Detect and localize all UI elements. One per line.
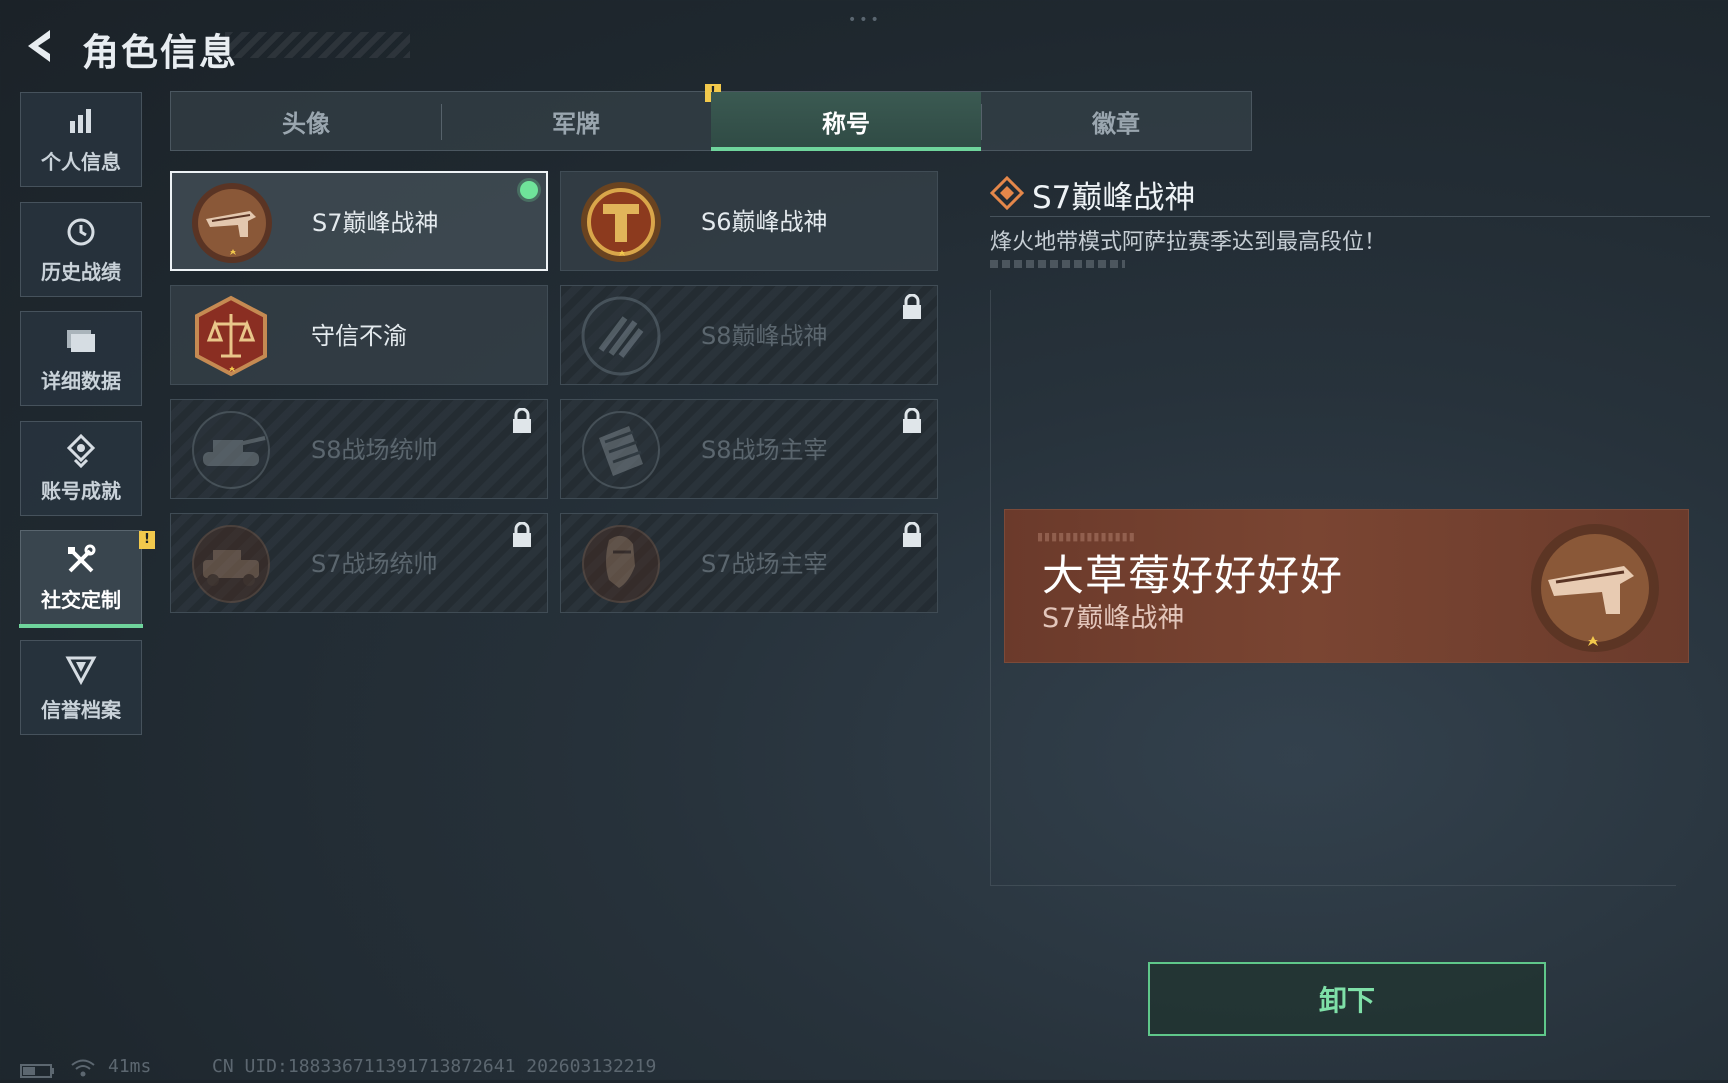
top-handle-dots: ••• [848, 12, 882, 28]
tab-title[interactable]: 称号 [711, 92, 981, 151]
equipped-indicator [520, 181, 538, 199]
sidebar-item-label: 历史战绩 [41, 260, 121, 284]
page-title: 角色信息 [82, 31, 238, 74]
clock-icon [63, 214, 99, 250]
nameplate-title: S7巅峰战神 [1042, 603, 1185, 634]
sidebar-item-social-custom[interactable]: 社交定制 ! [19, 530, 155, 628]
title-card-s8-battlefield-master[interactable]: S8战场主宰 [560, 399, 938, 499]
title-card-s8-battlefield-commander[interactable]: S8战场统帅 [170, 399, 548, 499]
detail-header: S7巅峰战神 [989, 172, 1710, 217]
warning-badge: ! [139, 531, 155, 549]
status-bar: 41ms CN UID:188336711391713872641 202603… [20, 1056, 920, 1080]
back-arrow-icon[interactable] [20, 26, 60, 66]
lock-icon [901, 407, 923, 434]
sidebar-item-label: 账号成就 [41, 479, 121, 503]
title-card-s8-peak-god[interactable]: S8巅峰战神 [560, 285, 938, 385]
stripes-emblem-icon [579, 294, 663, 378]
battery-icon [20, 1062, 54, 1078]
tab-dogtag[interactable]: 军牌 ! [441, 84, 721, 150]
sidebar-item-achievements[interactable]: 账号成就 [20, 421, 142, 516]
scales-emblem-icon [189, 294, 273, 378]
sidebar-item-reputation[interactable]: 信誉档案 [20, 640, 142, 735]
medal-icon [63, 433, 99, 469]
header-decoration [225, 32, 410, 58]
tools-icon [63, 542, 99, 578]
title-label: S8战场主宰 [701, 436, 828, 464]
vehicle-emblem-icon [189, 522, 273, 606]
title-label: 守信不渝 [311, 322, 407, 350]
sidebar-item-label: 信誉档案 [41, 698, 121, 722]
uid-text: CN UID:188336711391713872641 20260313221… [212, 1056, 657, 1077]
ping-text: 41ms [108, 1056, 152, 1077]
title-card-keep-faith[interactable]: 守信不渝 [170, 285, 548, 385]
title-label: S7战场主宰 [701, 550, 828, 578]
t-shield-emblem-icon [579, 180, 663, 264]
title-card-s7-battlefield-commander[interactable]: S7战场统帅 [170, 513, 548, 613]
diamond-icon [989, 175, 1025, 211]
tab-label: 徽章 [1092, 109, 1140, 138]
title-label: S8巅峰战神 [701, 322, 828, 350]
tab-badge[interactable]: 徽章 [981, 92, 1251, 150]
lock-icon [511, 407, 533, 434]
lock-icon [901, 293, 923, 320]
sidebar-item-details[interactable]: 详细数据 [20, 311, 142, 406]
sidebar-item-personal-info[interactable]: 个人信息 [20, 92, 142, 187]
sidebar-item-label: 详细数据 [41, 369, 121, 393]
lock-icon [901, 521, 923, 548]
unequip-button[interactable]: 卸下 [1148, 962, 1546, 1036]
bar-chart-icon [63, 104, 99, 140]
shield-icon [63, 652, 99, 688]
sidebar-item-label: 社交定制 [41, 588, 121, 612]
detail-title: S7巅峰战神 [1032, 180, 1196, 216]
sidebar-item-label: 个人信息 [41, 150, 121, 174]
tab-bar: 头像 军牌 ! 称号 徽章 [170, 84, 1252, 151]
gun-emblem-icon [1520, 518, 1670, 658]
tab-label: 称号 [822, 109, 870, 138]
detail-description: 烽火地带模式阿萨拉赛季达到最高段位！ [990, 230, 1387, 255]
sidebar-item-history[interactable]: 历史战绩 [20, 202, 142, 297]
title-label: S7巅峰战神 [312, 209, 439, 237]
title-label: S8战场统帅 [311, 436, 438, 464]
tab-avatar[interactable]: 头像 [171, 92, 441, 150]
tab-label: 军牌 [552, 109, 600, 138]
building-emblem-icon [579, 408, 663, 492]
header: 角色信息 [20, 20, 420, 74]
player-name: 大草莓好好好好 [1042, 551, 1344, 600]
title-label: S7战场统帅 [311, 550, 438, 578]
detail-subtext-blur [990, 260, 1125, 268]
tab-label: 头像 [282, 109, 330, 138]
gun-emblem-icon [190, 181, 274, 265]
title-card-s7-battlefield-master[interactable]: S7战场主宰 [560, 513, 938, 613]
soldier-emblem-icon [579, 522, 663, 606]
title-card-s7-peak-god[interactable]: S7巅峰战神 [170, 171, 548, 271]
nameplate-preview: ▮▮▮▮▮▮▮▮▮▮▮▮▮▮ 大草莓好好好好 S7巅峰战神 [1005, 510, 1688, 662]
title-card-s6-peak-god[interactable]: S6巅峰战神 [560, 171, 938, 271]
lock-icon [511, 521, 533, 548]
tank-emblem-icon [189, 408, 273, 492]
wifi-icon [70, 1058, 96, 1078]
title-label: S6巅峰战神 [701, 208, 828, 236]
folder-icon [63, 323, 99, 359]
